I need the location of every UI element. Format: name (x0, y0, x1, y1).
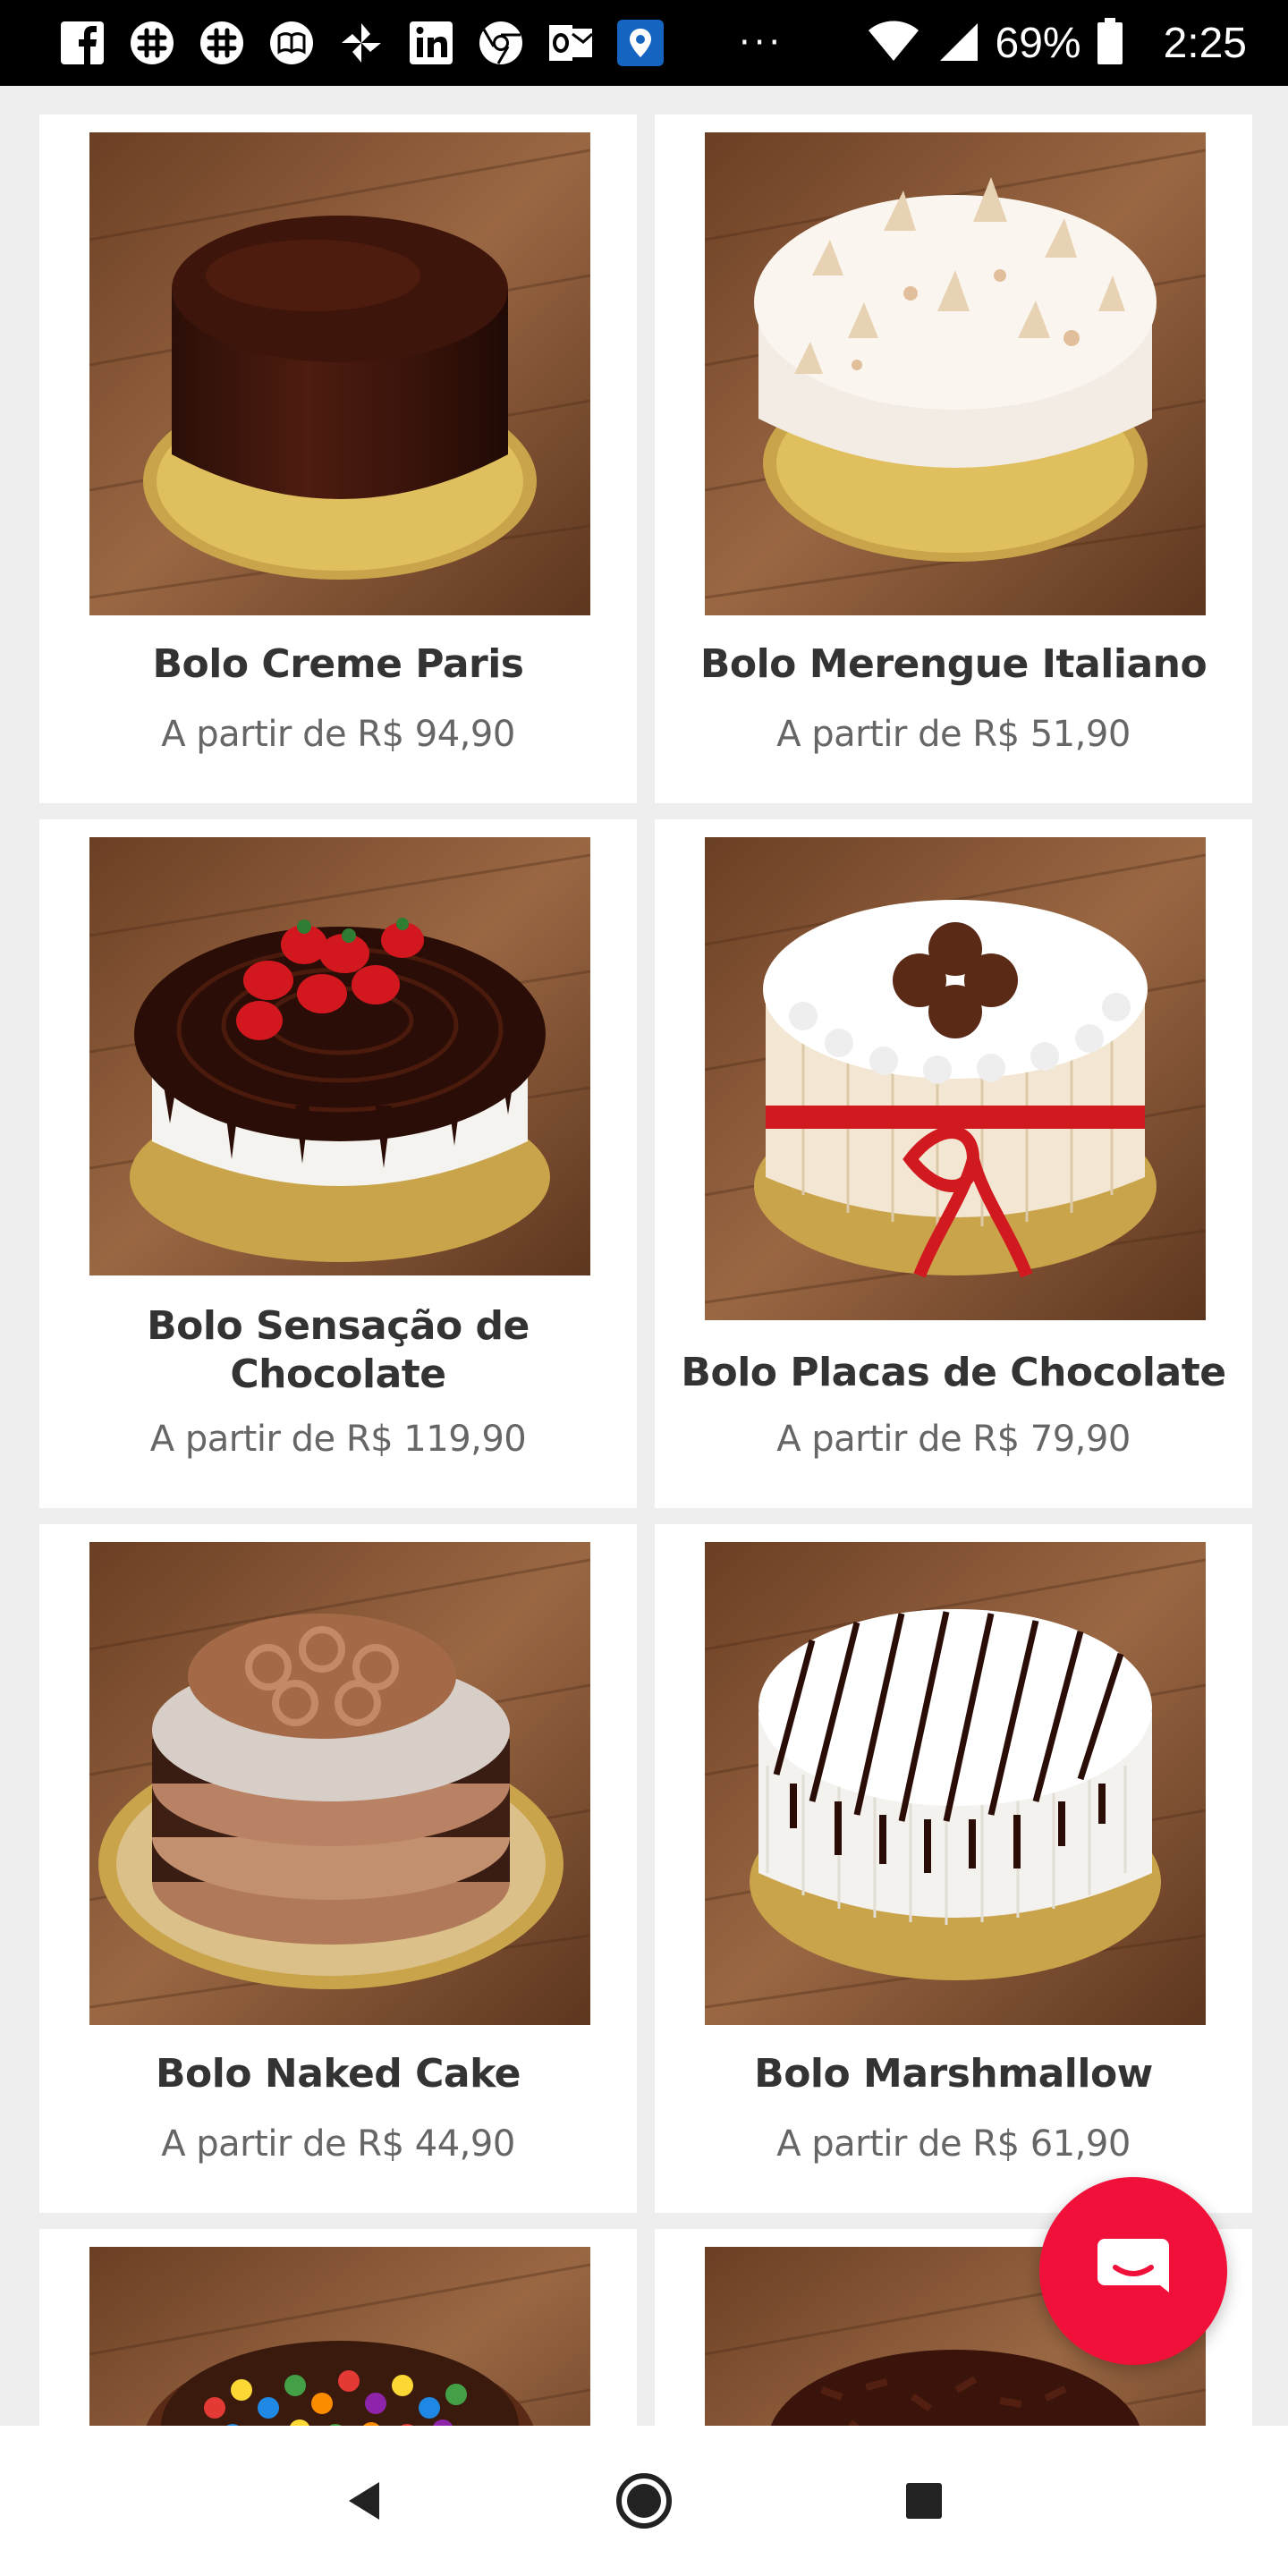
product-name[interactable]: Bolo Placas de Chocolate (673, 1349, 1234, 1397)
product-price: A partir de R$ 79,90 (776, 1419, 1131, 1460)
product-card[interactable] (39, 2229, 637, 2426)
product-name[interactable]: Bolo Sensação de Chocolate (57, 1302, 619, 1399)
product-name[interactable]: Bolo Marshmallow (673, 2050, 1234, 2098)
product-price: A partir de R$ 94,90 (161, 714, 515, 755)
product-image-chocolate-strawberry-cake[interactable] (89, 837, 590, 1275)
product-name[interactable]: Bolo Creme Paris (57, 640, 619, 689)
home-button[interactable] (604, 2461, 684, 2541)
product-image-marshmallow-cake[interactable] (705, 1542, 1206, 2025)
battery-icon (1097, 18, 1123, 68)
chrome-icon (476, 18, 526, 68)
product-image-naked-cake[interactable] (89, 1542, 590, 2025)
product-image-white-chocolate-ribbon-cake[interactable] (705, 837, 1206, 1320)
product-price: A partir de R$ 51,90 (776, 714, 1131, 755)
chat-icon (1097, 2239, 1169, 2292)
battery-percent: 69% (995, 19, 1081, 67)
chat-button[interactable] (1039, 2177, 1227, 2365)
product-name[interactable]: Bolo Merengue Italiano (673, 640, 1234, 689)
back-icon (348, 2482, 379, 2520)
pinwheel-icon (336, 18, 386, 68)
slack-icon (127, 18, 177, 68)
product-card[interactable]: Bolo Creme Paris A partir de R$ 94,90 (39, 114, 637, 803)
wifi-icon (867, 20, 920, 66)
product-image-candy-cake[interactable] (89, 2247, 590, 2426)
product-name[interactable]: Bolo Naked Cake (57, 2050, 619, 2098)
outlook-icon (546, 18, 596, 68)
reader-icon (267, 18, 317, 68)
recents-button[interactable] (884, 2461, 964, 2541)
home-icon (615, 2473, 672, 2529)
product-price: A partir de R$ 61,90 (776, 2123, 1131, 2165)
product-card[interactable]: Bolo Placas de Chocolate A partir de R$ … (655, 819, 1252, 1508)
facebook-icon (57, 18, 107, 68)
product-image-chocolate-glazed-cake[interactable] (89, 132, 590, 615)
product-image-meringue-cake[interactable] (705, 132, 1206, 615)
product-price: A partir de R$ 44,90 (161, 2123, 515, 2165)
product-card[interactable]: Bolo Sensação de Chocolate A partir de R… (39, 819, 637, 1508)
product-card[interactable]: Bolo Marshmallow A partir de R$ 61,90 (655, 1524, 1252, 2213)
linkedin-icon (406, 18, 456, 68)
clock: 2:25 (1163, 19, 1247, 67)
back-button[interactable] (324, 2461, 404, 2541)
signal-icon (936, 20, 979, 66)
recents-icon (906, 2483, 943, 2519)
maps-icon (615, 18, 665, 68)
status-bar: ··· 69% 2:25 (0, 0, 1288, 86)
navigation-bar (0, 2426, 1288, 2576)
overflow-indicator: ··· (739, 22, 784, 64)
notification-icons: ··· (57, 18, 784, 68)
product-card[interactable]: Bolo Naked Cake A partir de R$ 44,90 (39, 1524, 637, 2213)
product-grid: Bolo Creme Paris A partir de R$ 94,90 Bo… (0, 86, 1288, 2426)
product-price: A partir de R$ 119,90 (149, 1419, 527, 1460)
product-card[interactable]: Bolo Merengue Italiano A partir de R$ 51… (655, 114, 1252, 803)
slack-icon (197, 18, 247, 68)
